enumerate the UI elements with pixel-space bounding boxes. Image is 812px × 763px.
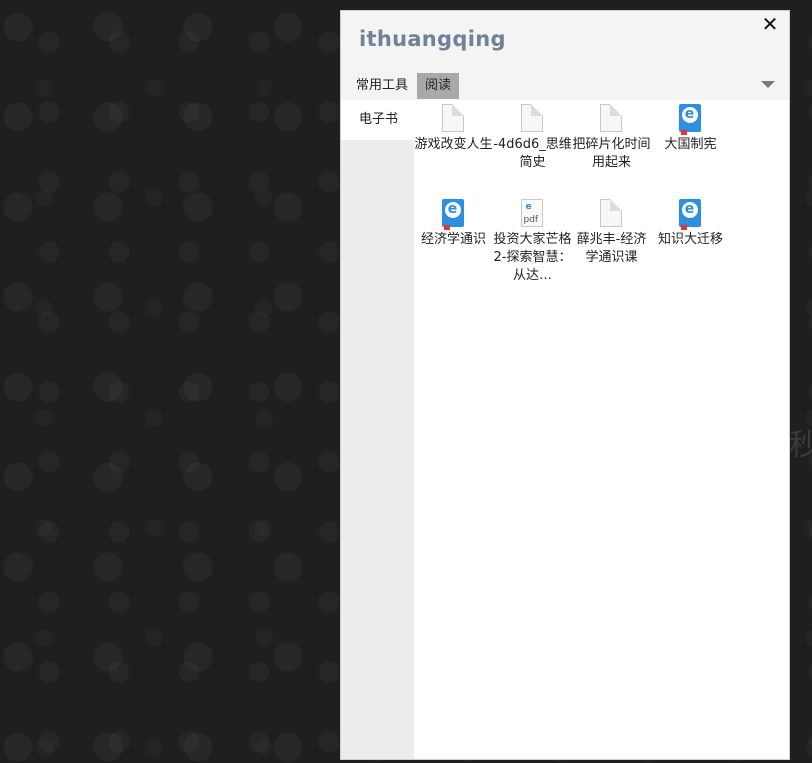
file-item[interactable]: -4d6d6_思维简史	[493, 104, 572, 172]
file-item[interactable]: e 大国制宪	[651, 104, 730, 154]
tab-reading[interactable]: 阅读	[417, 73, 460, 99]
sidebar: 电子书	[341, 100, 414, 759]
document-icon	[599, 199, 622, 227]
file-item[interactable]: 游戏改变人生	[414, 104, 493, 154]
file-item[interactable]: e 知识大迁移	[651, 199, 730, 249]
document-icon	[441, 104, 464, 132]
ebook-panel: ✕ ithuangqing 常用工具 阅读 电子书 游戏改变人生 -4d6d6_…	[340, 10, 790, 760]
background-partial-text: 秒	[789, 428, 812, 463]
file-item[interactable]: 把碎片化时间用起来	[572, 104, 651, 172]
tab-bar: 常用工具 阅读	[351, 73, 460, 99]
file-name: 经济学通识	[420, 232, 486, 247]
file-item[interactable]: 薛兆丰-经济学通识课	[572, 199, 651, 267]
ebook-icon: e	[678, 199, 701, 230]
tab-common-tools[interactable]: 常用工具	[351, 73, 413, 99]
chevron-down-icon[interactable]	[761, 81, 775, 88]
ebook-icon: e	[678, 104, 701, 135]
file-name: 游戏改变人生	[414, 137, 493, 152]
document-icon	[520, 104, 543, 132]
file-name: 知识大迁移	[657, 232, 723, 247]
file-grid-area: 游戏改变人生 -4d6d6_思维简史 把碎片化时间用起来 e 大国制宪 e 经济…	[414, 100, 789, 759]
file-item[interactable]: e pdf 投资大家芒格2-探索智慧：从达…	[493, 199, 572, 285]
document-icon	[599, 104, 622, 132]
file-name: 把碎片化时间用起来	[572, 137, 651, 170]
file-name: -4d6d6_思维简史	[493, 137, 572, 170]
panel-title: ithuangqing	[359, 27, 506, 51]
close-button[interactable]: ✕	[759, 13, 781, 35]
file-name: 大国制宪	[664, 137, 717, 152]
sidebar-item-ebooks[interactable]: 电子书	[341, 100, 414, 140]
file-item[interactable]: e 经济学通识	[414, 199, 493, 249]
file-name: 薛兆丰-经济学通识课	[576, 232, 647, 265]
pdf-icon: e pdf	[520, 199, 543, 227]
ebook-icon: e	[441, 199, 464, 230]
file-name: 投资大家芒格2-探索智慧：从达…	[493, 232, 572, 283]
